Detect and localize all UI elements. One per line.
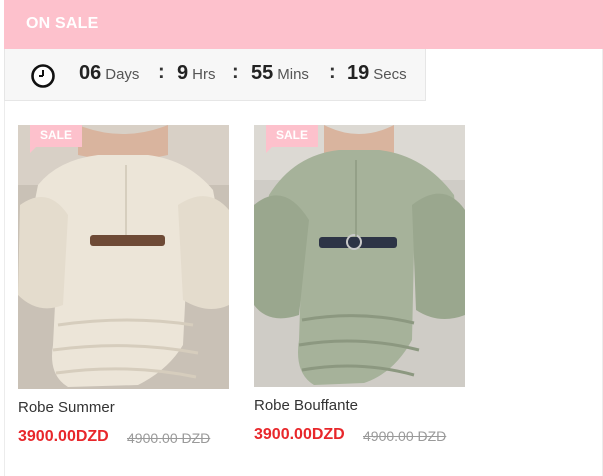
product-name[interactable]: Robe Summer — [18, 399, 115, 416]
product-old-price: 4900.00 DZD — [127, 430, 211, 446]
countdown-hours: 9 Hrs — [177, 62, 215, 88]
product-name[interactable]: Robe Bouffante — [254, 397, 358, 414]
product-price: 3900.00DZD — [18, 428, 109, 445]
countdown-minutes: 55 Mins — [251, 62, 309, 88]
minutes-label: Mins — [277, 66, 309, 83]
clock-icon — [31, 64, 55, 88]
product-image[interactable]: SALE — [254, 125, 465, 387]
sale-header: ON SALE — [4, 0, 603, 49]
days-value: 06 — [79, 62, 102, 84]
sale-badge: SALE — [266, 125, 319, 153]
seconds-value: 19 — [347, 62, 370, 84]
hours-label: Hrs — [192, 66, 216, 83]
countdown-timer: 06 Days : 9 Hrs : 55 Mins : 19 Secs — [4, 49, 426, 101]
countdown-seconds: 19 Secs — [347, 62, 407, 88]
product-image[interactable]: SALE — [18, 125, 229, 389]
separator: : — [232, 61, 239, 83]
sale-title: ON SALE — [26, 15, 99, 32]
separator: : — [158, 61, 165, 83]
hours-value: 9 — [177, 62, 189, 84]
minutes-value: 55 — [251, 62, 274, 84]
seconds-label: Secs — [373, 66, 407, 83]
product-old-price: 4900.00 DZD — [363, 428, 447, 444]
sale-badge: SALE — [30, 125, 83, 153]
sale-widget: ON SALE 06 Days : 9 Hrs : 55 Mins : 19 Secs — [0, 0, 603, 476]
product-price: 3900.00DZD — [254, 426, 345, 443]
countdown-days: 06 Days — [79, 62, 139, 88]
separator: : — [329, 61, 336, 83]
days-label: Days — [105, 66, 140, 83]
